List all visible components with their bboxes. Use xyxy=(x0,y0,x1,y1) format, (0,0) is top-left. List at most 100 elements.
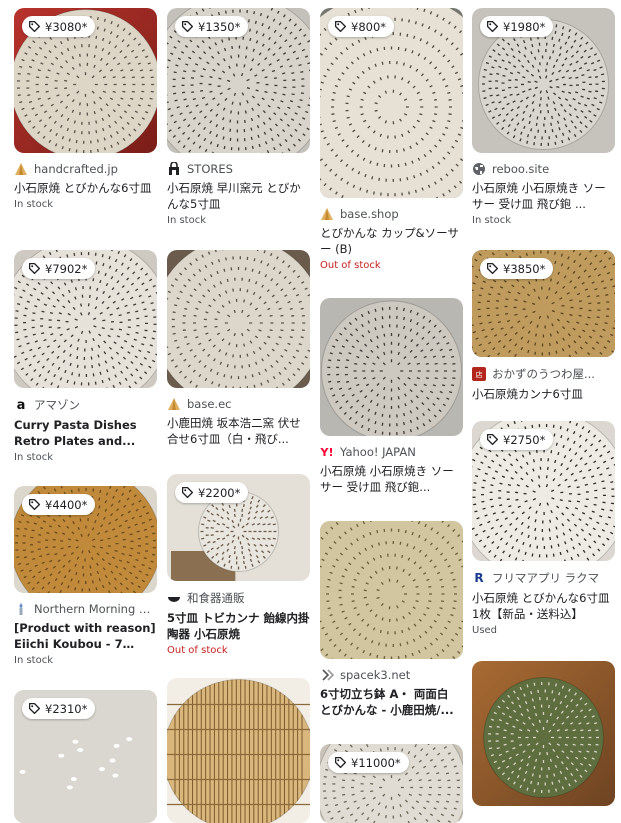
store-icon-icon xyxy=(167,162,181,176)
product-thumbnail[interactable] xyxy=(167,250,310,388)
bowl-icon xyxy=(167,591,181,605)
product-title[interactable]: 小石原焼 とびかんな6寸皿1枚【新品・送料込】 xyxy=(472,590,615,622)
globe-icon-icon xyxy=(472,162,486,176)
svg-text:店: 店 xyxy=(476,370,483,379)
source-name: base.ec xyxy=(187,397,232,411)
result-card[interactable]: ¥7902* a アマゾン Curry Pasta Dishes Retro Plat… xyxy=(14,250,157,463)
source-name: Yahoo! JAPAN xyxy=(340,445,416,459)
price-tag-icon xyxy=(334,756,347,769)
result-card[interactable]: ¥2200* 和食器通販 5寸皿 トビカンナ 飴線内掛 陶器 小石原焼 Out of … xyxy=(167,474,310,656)
source-line[interactable]: base.ec xyxy=(167,397,310,411)
product-thumbnail[interactable] xyxy=(167,678,310,823)
availability-status: In stock xyxy=(14,655,54,666)
source-line[interactable]: Y! Yahoo! JAPAN xyxy=(320,445,463,459)
source-name: STORES xyxy=(187,162,233,176)
product-thumbnail[interactable]: ¥800* xyxy=(320,8,463,198)
source-line[interactable]: base.shop xyxy=(320,207,463,221)
source-name: フリマアプリ ラクマ xyxy=(492,571,600,585)
price-badge: ¥1350* xyxy=(175,16,249,37)
product-title[interactable]: 6寸切立ち鉢 A・ 両面白 とびかんな - 小鹿田焼/... xyxy=(320,686,463,718)
price-tag-icon xyxy=(28,262,41,275)
product-thumbnail[interactable]: ¥7902* xyxy=(14,250,157,388)
product-title[interactable]: とびかんな カップ&ソーサー (B) xyxy=(320,225,463,257)
source-line[interactable]: handcrafted.jp xyxy=(14,162,157,176)
pyramid-icon xyxy=(167,397,181,411)
price-text: ¥7902* xyxy=(45,261,88,276)
price-badge: ¥3080* xyxy=(22,16,96,37)
result-card[interactable]: ¥11000* xyxy=(320,744,463,823)
product-thumbnail[interactable]: ¥4400* xyxy=(14,486,157,593)
source-name: base.shop xyxy=(340,207,399,221)
result-card[interactable]: spacek3.net 6寸切立ち鉢 A・ 両面白 とびかんな - 小鹿田焼/..… xyxy=(320,521,463,718)
price-tag-icon xyxy=(486,433,499,446)
price-text: ¥4400* xyxy=(45,497,88,512)
source-line[interactable]: Northern Morning S... xyxy=(14,602,157,616)
source-line[interactable]: 店おかずのうつわ屋... xyxy=(472,366,615,382)
product-thumbnail[interactable]: ¥3850* xyxy=(472,250,615,357)
price-text: ¥2310* xyxy=(45,701,88,716)
result-card[interactable]: ¥3080* handcrafted.jp 小石原焼 とびかんな6寸皿 In stoc… xyxy=(14,8,157,210)
source-line[interactable]: R フリマアプリ ラクマ xyxy=(472,570,615,586)
price-tag-icon xyxy=(334,20,347,33)
price-tag-icon xyxy=(486,20,499,33)
price-badge: ¥11000* xyxy=(328,752,409,773)
result-card[interactable]: ¥2310* xyxy=(14,690,157,823)
product-title[interactable]: 小石原焼 小石原焼き ソーサー 受け皿 飛び鉋... xyxy=(320,463,463,495)
source-name: 和食器通販 xyxy=(187,591,245,605)
result-card[interactable]: base.ec 小鹿田焼 坂本浩二窯 伏せ合せ6寸皿（白・飛び... xyxy=(167,250,310,447)
product-title[interactable]: 5寸皿 トビカンナ 飴線内掛 陶器 小石原焼 xyxy=(167,610,310,642)
rakuma-icon: R xyxy=(474,571,484,585)
price-text: ¥800* xyxy=(351,19,387,34)
availability-status: Used xyxy=(472,625,498,636)
price-tag-icon xyxy=(181,486,194,499)
price-badge: ¥4400* xyxy=(22,494,96,515)
product-title[interactable]: 小石原焼 早川窯元 とびかんな5寸皿 xyxy=(167,180,310,212)
product-title[interactable]: 小鹿田焼 坂本浩二窯 伏せ合せ6寸皿（白・飛び... xyxy=(167,415,310,447)
result-card[interactable]: Y! Yahoo! JAPAN 小石原焼 小石原焼き ソーサー 受け皿 飛び鉋... xyxy=(320,298,463,495)
source-line[interactable]: spacek3.net xyxy=(320,668,463,682)
result-card[interactable]: ¥3850* 店おかずのうつわ屋... 小石原焼カンナ6寸皿 xyxy=(472,250,615,402)
product-thumbnail[interactable]: ¥2200* xyxy=(167,474,310,581)
product-thumbnail[interactable]: ¥1350* xyxy=(167,8,310,153)
availability-status: Out of stock xyxy=(320,260,381,271)
product-thumbnail[interactable]: ¥11000* xyxy=(320,744,463,823)
price-text: ¥1350* xyxy=(198,19,241,34)
availability-status: Out of stock xyxy=(167,645,228,656)
product-thumbnail[interactable]: ¥3080* xyxy=(14,8,157,153)
price-text: ¥3850* xyxy=(503,261,546,276)
result-card[interactable] xyxy=(167,678,310,823)
price-text: ¥3080* xyxy=(45,19,88,34)
result-card[interactable]: ¥1980* reboo.site 小石原焼 小石原焼き ソーサー 受け皿 飛び鉋 … xyxy=(472,8,615,226)
result-card[interactable]: ¥1350* STORES 小石原焼 早川窯元 とびかんな5寸皿 In stock xyxy=(167,8,310,226)
result-card[interactable] xyxy=(472,661,615,806)
product-thumbnail[interactable] xyxy=(320,298,463,436)
product-thumbnail[interactable]: ¥2310* xyxy=(14,690,157,823)
result-card[interactable]: ¥4400* Northern Morning S... [Product with… xyxy=(14,486,157,666)
price-badge: ¥1980* xyxy=(480,16,554,37)
source-line[interactable]: reboo.site xyxy=(472,162,615,176)
source-line[interactable]: STORES xyxy=(167,162,310,176)
product-title[interactable]: 小石原焼 とびかんな6寸皿 xyxy=(14,180,157,196)
shop-icon: 店 xyxy=(472,367,486,381)
source-name: spacek3.net xyxy=(340,668,411,682)
product-thumbnail[interactable]: ¥2750* xyxy=(472,421,615,561)
product-thumbnail[interactable]: ¥1980* xyxy=(472,8,615,153)
source-name: reboo.site xyxy=(492,162,550,176)
product-title[interactable]: 小石原焼カンナ6寸皿 xyxy=(472,386,615,402)
price-text: ¥11000* xyxy=(351,755,401,770)
product-thumbnail[interactable] xyxy=(320,521,463,659)
price-tag-icon xyxy=(28,20,41,33)
product-thumbnail[interactable] xyxy=(472,661,615,806)
price-badge: ¥3850* xyxy=(480,258,554,279)
availability-status: In stock xyxy=(167,215,207,226)
product-title[interactable]: 小石原焼 小石原焼き ソーサー 受け皿 飛び鉋 ... xyxy=(472,180,615,212)
pyramid-icon xyxy=(320,207,334,221)
source-line[interactable]: a アマゾン xyxy=(14,397,157,413)
source-name: おかずのうつわ屋... xyxy=(492,367,595,381)
result-card[interactable]: ¥800* base.shop とびかんな カップ&ソーサー (B) Out of s… xyxy=(320,8,463,271)
product-title[interactable]: [Product with reason] Eiichi Koubou - 7 … xyxy=(14,620,157,652)
availability-status: In stock xyxy=(472,215,512,226)
result-card[interactable]: ¥2750* R フリマアプリ ラクマ小石原焼 とびかんな6寸皿1枚【新品・送料込】… xyxy=(472,421,615,636)
source-line[interactable]: 和食器通販 xyxy=(167,590,310,606)
product-title[interactable]: Curry Pasta Dishes Retro Plates and... xyxy=(14,417,157,449)
